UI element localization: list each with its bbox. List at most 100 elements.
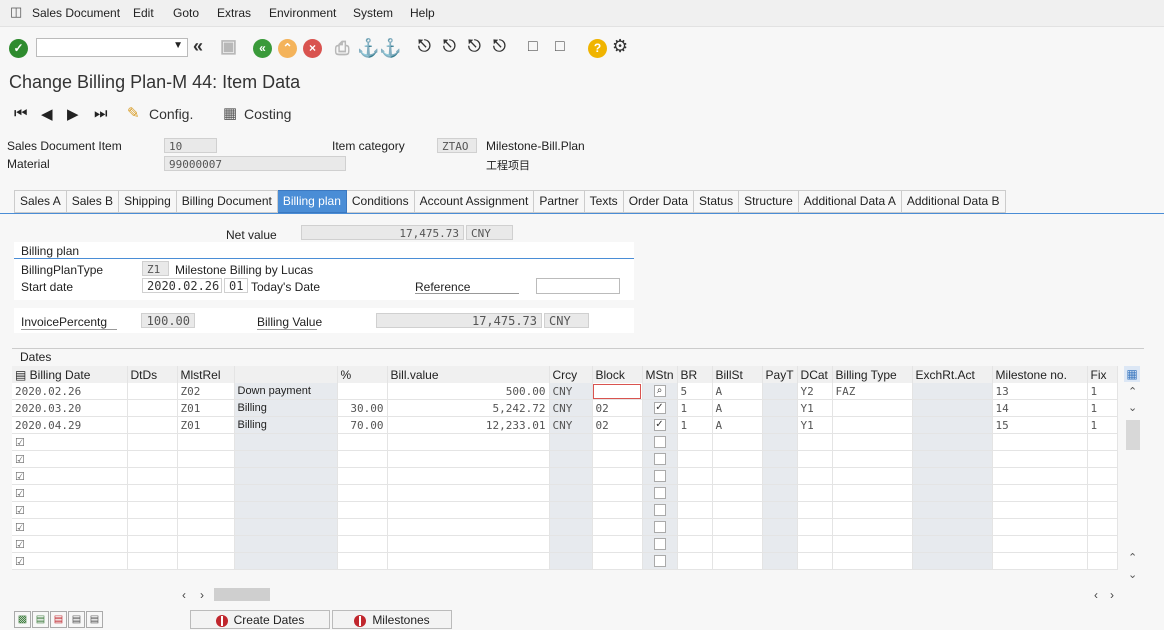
cell-dtds[interactable] [127, 518, 178, 536]
cell-bill-value[interactable] [387, 484, 550, 502]
cell-mstn[interactable]: ✓ [642, 399, 678, 417]
scroll-left-icon[interactable]: ‹ [182, 588, 186, 602]
cell-mstn[interactable] [642, 501, 678, 519]
tab-additional-data-b[interactable]: Additional Data B [901, 190, 1006, 213]
cell-bill-value[interactable] [387, 467, 550, 485]
col-mlstrel[interactable]: MlstRel [177, 366, 235, 383]
cell-description[interactable] [234, 552, 338, 570]
cell-bill-value[interactable] [387, 518, 550, 536]
print-icon[interactable]: ⎙ [335, 38, 357, 60]
checked-checkbox[interactable]: ✓ [653, 402, 666, 415]
cell-description[interactable]: Billing [234, 416, 338, 434]
sales-doc-item-field[interactable]: 10 [164, 138, 217, 153]
cell-payt[interactable] [762, 416, 798, 434]
reference-input[interactable] [536, 278, 620, 294]
tab-account-assignment[interactable]: Account Assignment [414, 190, 535, 213]
checkbox[interactable] [653, 453, 666, 466]
date-pick-icon[interactable]: ☑ [15, 539, 25, 551]
cell-mlstrel[interactable]: Z02 [177, 383, 235, 400]
scroll-up-icon[interactable]: ⌃ [1128, 385, 1137, 398]
cell-milestone-no[interactable] [992, 501, 1088, 519]
date-rule-field[interactable]: 01 [224, 278, 248, 293]
cell-percent[interactable] [337, 535, 388, 553]
tab-structure[interactable]: Structure [739, 190, 799, 213]
cell-payt[interactable] [762, 552, 798, 570]
tab-texts[interactable]: Texts [584, 190, 624, 213]
item-category-field[interactable]: ZTAO [437, 138, 477, 153]
cell-block[interactable]: 02 [592, 416, 643, 434]
cell-bill-value[interactable] [387, 501, 550, 519]
cell-billst[interactable] [712, 552, 763, 570]
cell-description[interactable] [234, 518, 338, 536]
search-help-icon[interactable]: ⌕ [653, 385, 666, 398]
cell-dcat[interactable]: Y2 [797, 383, 833, 400]
cell-mlstrel[interactable]: Z01 [177, 399, 235, 417]
cell-fix[interactable] [1087, 518, 1118, 536]
checkbox[interactable] [653, 504, 666, 517]
cell-payt[interactable] [762, 501, 798, 519]
cell-billing-date[interactable]: ☑ [12, 552, 128, 570]
last-item-icon[interactable]: ⏭ [94, 105, 108, 122]
cell-mstn[interactable]: ✓ [642, 416, 678, 434]
cell-fix[interactable] [1087, 535, 1118, 553]
cell-billst[interactable] [712, 433, 763, 451]
col-fix[interactable]: Fix [1087, 366, 1118, 383]
cell-mlstrel[interactable] [177, 467, 235, 485]
cell-mlstrel[interactable] [177, 450, 235, 468]
cell-mstn[interactable] [642, 484, 678, 502]
last-page-icon[interactable]: ⎋ [493, 38, 515, 60]
cell-fix[interactable] [1087, 433, 1118, 451]
cell-percent[interactable] [337, 484, 388, 502]
cell-billst[interactable] [712, 450, 763, 468]
menu-edit[interactable]: Edit [133, 6, 154, 20]
save-icon[interactable]: ▣ [220, 36, 242, 58]
cell-mstn[interactable] [642, 450, 678, 468]
cell-exchrt[interactable] [912, 450, 993, 468]
cell-dcat[interactable] [797, 433, 833, 451]
cell-milestone-no[interactable] [992, 535, 1088, 553]
cell-dcat[interactable] [797, 484, 833, 502]
cell-percent[interactable] [337, 433, 388, 451]
cell-milestone-no[interactable]: 13 [992, 383, 1088, 400]
billing-currency-field[interactable]: CNY [544, 313, 589, 328]
cell-br[interactable] [677, 535, 713, 553]
cell-br[interactable] [677, 552, 713, 570]
cell-billst[interactable]: A [712, 383, 763, 400]
cell-milestone-no[interactable]: 14 [992, 399, 1088, 417]
cell-billing-type[interactable] [832, 416, 913, 434]
cell-percent[interactable]: 70.00 [337, 416, 388, 434]
cell-billing-type[interactable] [832, 518, 913, 536]
find-icon[interactable]: ⚓ [357, 38, 379, 60]
cell-br[interactable] [677, 467, 713, 485]
cell-mstn[interactable] [642, 535, 678, 553]
checkbox[interactable] [653, 538, 666, 551]
cell-bill-value[interactable]: 500.00 [387, 383, 550, 400]
cell-mstn[interactable] [642, 433, 678, 451]
cell-billing-type[interactable] [832, 535, 913, 553]
cell-description[interactable] [234, 535, 338, 553]
cell-exchrt[interactable] [912, 552, 993, 570]
cell-dcat[interactable] [797, 501, 833, 519]
net-value-field[interactable]: 17,475.73 [301, 225, 464, 240]
cell-crcy[interactable] [549, 501, 593, 519]
cell-bill-value[interactable] [387, 535, 550, 553]
cell-fix[interactable] [1087, 501, 1118, 519]
menu-icon[interactable]: ◫ [10, 4, 22, 20]
cell-billst[interactable] [712, 518, 763, 536]
plan-type-field[interactable]: Z1 [142, 261, 169, 276]
col-block[interactable]: Block [592, 366, 643, 383]
cell-description[interactable] [234, 484, 338, 502]
cell-exchrt[interactable] [912, 518, 993, 536]
cell-dtds[interactable] [127, 416, 178, 434]
costing-button[interactable]: Costing [244, 106, 291, 122]
cell-dcat[interactable] [797, 535, 833, 553]
scroll-up-bottom-icon[interactable]: ⌃ [1128, 551, 1137, 564]
table-settings-icon[interactable]: ▦ [1124, 366, 1140, 382]
menu-sales-document[interactable]: Sales Document [32, 6, 120, 20]
cell-dtds[interactable] [127, 467, 178, 485]
cell-bill-value[interactable]: 12,233.01 [387, 416, 550, 434]
cancel-icon[interactable]: × [303, 39, 322, 58]
cell-mlstrel[interactable]: Z01 [177, 416, 235, 434]
cell-br[interactable] [677, 501, 713, 519]
checkbox[interactable] [653, 521, 666, 534]
